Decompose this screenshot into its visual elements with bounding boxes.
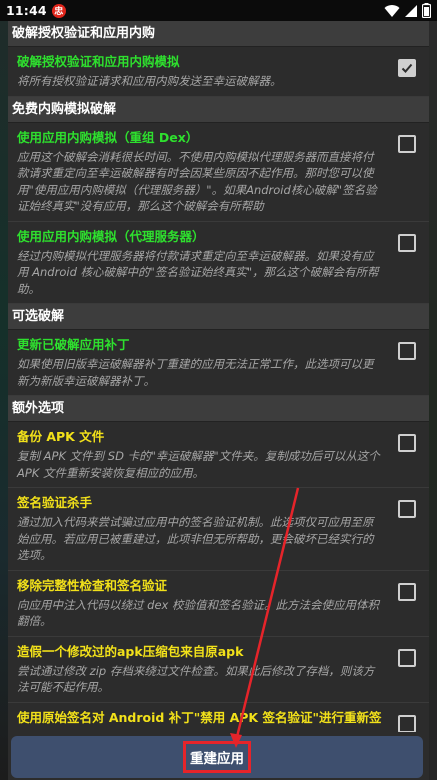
background-app-edge-right [428, 21, 437, 780]
option-description: 向应用中注入代码以绕过 dex 校验值和签名验证。此方法会使应用体积翻倍。 [17, 597, 379, 629]
option-title: 使用应用内购模拟（重组 Dex） [17, 129, 199, 145]
option-title: 使用原始签名对 Android 补丁"禁用 APK 签名验证"进行重新签 [17, 709, 382, 725]
section-header: 额外选项 [8, 396, 429, 422]
section-header: 破解授权验证和应用内购 [8, 21, 429, 47]
option-title: 签名验证杀手 [17, 495, 93, 510]
app-notification-icon: 忠 [51, 3, 66, 18]
checkbox[interactable] [398, 434, 416, 452]
option-description: 应用这个破解会消耗很长时间。不使用内购模拟代理服务器而直接将付款请求重定向至幸运… [17, 149, 377, 214]
status-icons [384, 3, 431, 18]
option-title: 使用应用内购模拟（代理服务器） [17, 228, 205, 244]
checkbox[interactable] [398, 500, 416, 518]
rebuild-app-label: 重建应用 [183, 741, 251, 773]
option-description: 经过内购模拟代理服务器将付款请求重定向至幸运破解器。如果没有应用 Android… [17, 248, 379, 296]
rebuild-app-button[interactable]: 重建应用 [11, 736, 423, 778]
signal-icon [404, 4, 418, 18]
section-header: 可选破解 [8, 304, 429, 330]
option-title: 移除完整性检查和签名验证 [17, 577, 168, 593]
option-row[interactable]: 使用应用内购模拟（重组 Dex） 应用这个破解会消耗很长时间。不使用内购模拟代理服… [8, 123, 429, 222]
option-row[interactable]: 移除完整性检查和签名验证向应用中注入代码以绕过 dex 校验值和签名验证。此方法… [8, 571, 429, 637]
checkbox[interactable] [398, 134, 416, 153]
rebuild-options-dialog: 破解授权验证和应用内购破解授权验证和应用内购模拟将所有授权验证请求和应用内购发送… [8, 21, 429, 780]
status-bar: 11:44 忠 [0, 0, 437, 21]
option-row[interactable]: 使用原始签名对 Android 补丁"禁用 APK 签名验证"进行重新签 [8, 703, 429, 734]
option-row[interactable]: 破解授权验证和应用内购模拟将所有授权验证请求和应用内购发送至幸运破解器。 [8, 47, 429, 97]
checkbox[interactable] [398, 582, 416, 601]
checkbox[interactable] [398, 342, 416, 360]
check-icon [401, 63, 413, 73]
wifi-icon [384, 4, 400, 18]
option-title: 备份 APK 文件 [17, 429, 105, 444]
option-title: 造假一个修改过的apk压缩包来自原apk [17, 643, 244, 659]
option-description: 通过加入代码来尝试骗过应用中的签名验证机制。此选项仅可应用至原始应用。若应用已被… [17, 515, 374, 562]
status-time: 11:44 [6, 3, 47, 18]
option-row[interactable]: 造假一个修改过的apk压缩包来自原apk 尝试通过修改 zip 存档来绕过文件检查… [8, 637, 429, 703]
option-description: 将所有授权验证请求和应用内购发送至幸运破解器。 [17, 74, 282, 88]
option-description: 复制 APK 文件到 SD 卡的"幸运破解器"文件夹。复制成功后可以从这个 AP… [17, 449, 380, 480]
option-description: 如果使用旧版幸运破解器补丁重建的应用无法正常工作，此选项可以更新为新版幸运破解器… [17, 357, 374, 388]
rebuild-bar: 重建应用 [8, 732, 429, 780]
option-row[interactable]: 备份 APK 文件复制 APK 文件到 SD 卡的"幸运破解器"文件夹。复制成功… [8, 422, 429, 488]
checkbox[interactable] [398, 648, 416, 667]
option-row[interactable]: 使用应用内购模拟（代理服务器） 经过内购模拟代理服务器将付款请求重定向至幸运破解器… [8, 222, 429, 304]
section-header: 免费内购模拟破解 [8, 96, 429, 123]
checkbox-checked[interactable] [398, 59, 416, 77]
option-row[interactable]: 更新已破解应用补丁如果使用旧版幸运破解器补丁重建的应用无法正常工作，此选项可以更… [8, 330, 429, 396]
checkbox[interactable] [398, 714, 416, 733]
option-row[interactable]: 签名验证杀手通过加入代码来尝试骗过应用中的签名验证机制。此选项仅可应用至原始应用… [8, 488, 429, 571]
option-title: 破解授权验证和应用内购模拟 [17, 54, 180, 69]
checkbox[interactable] [398, 233, 416, 252]
battery-icon [422, 3, 431, 18]
option-description: 尝试通过修改 zip 存档来绕过文件检查。如果此后修改了存档，则该方法可能不起作… [17, 663, 375, 695]
option-title: 更新已破解应用补丁 [17, 337, 130, 352]
options-list: 破解授权验证和应用内购破解授权验证和应用内购模拟将所有授权验证请求和应用内购发送… [8, 21, 429, 734]
